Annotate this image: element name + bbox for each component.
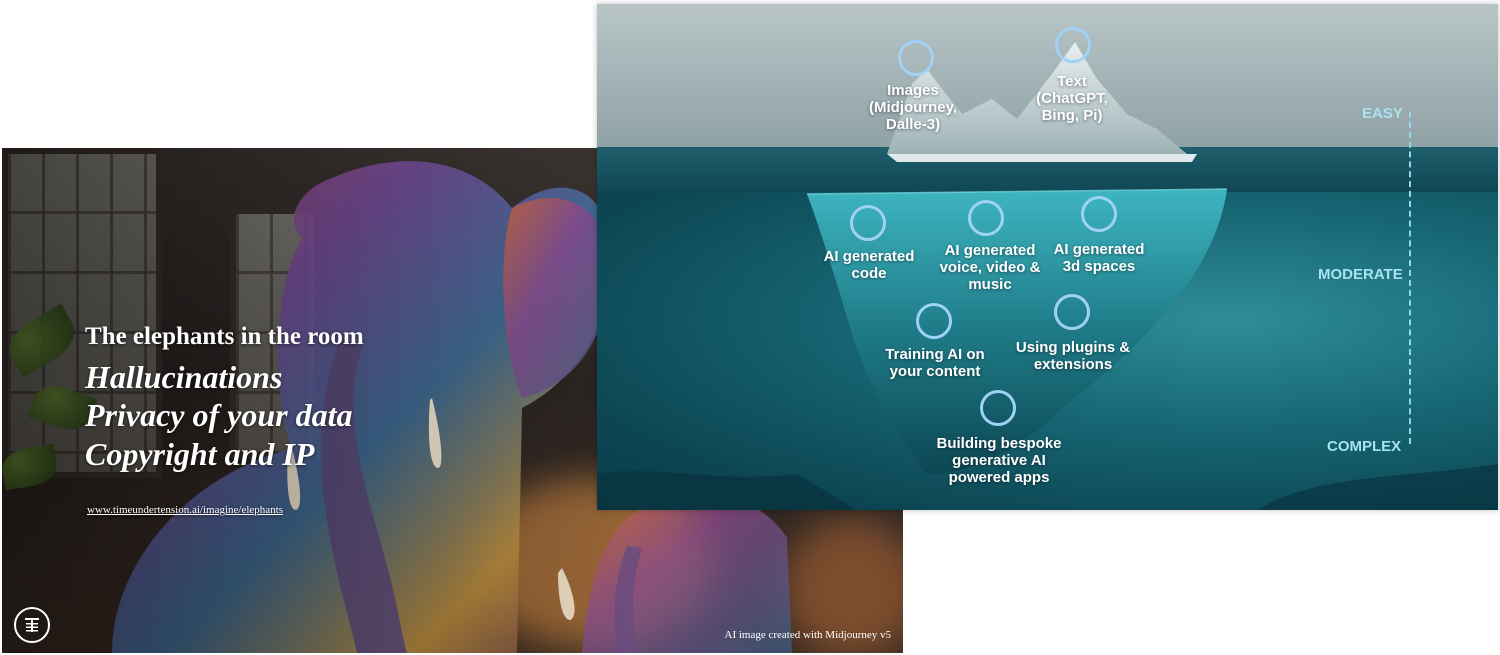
- iceberg-slide: Images (Midjourney, Dalle-3) Text (ChatG…: [597, 4, 1498, 510]
- issue-privacy: Privacy of your data: [85, 397, 353, 433]
- level-easy: EASY: [1362, 105, 1403, 122]
- code-circle: [850, 205, 886, 241]
- slide-heading: The elephants in the room: [85, 323, 364, 350]
- level-moderate: MODERATE: [1318, 266, 1403, 283]
- elephants-link[interactable]: www.timeundertension.ai/imagine/elephant…: [87, 504, 283, 516]
- label-training: Training AI on your content: [885, 346, 985, 380]
- issue-copyright: Copyright and IP: [85, 436, 315, 472]
- label-text: Text (ChatGPT, Bing, Pi): [1036, 73, 1108, 124]
- 3d-spaces-circle: [1081, 196, 1117, 232]
- images-circle: [898, 40, 934, 76]
- label-images: Images (Midjourney, Dalle-3): [868, 82, 958, 133]
- label-code: AI generated code: [823, 248, 915, 282]
- voice-video-music-circle: [968, 200, 1004, 236]
- time-under-tension-logo-icon: [14, 607, 50, 643]
- training-circle: [916, 303, 952, 339]
- label-plugins: Using plugins & extensions: [1015, 339, 1131, 373]
- label-3d-spaces: AI generated 3d spaces: [1053, 241, 1145, 275]
- text-circle: [1055, 27, 1091, 63]
- label-bespoke-apps: Building bespoke generative AI powered a…: [936, 435, 1062, 486]
- plugins-circle: [1054, 294, 1090, 330]
- level-complex: COMPLEX: [1327, 438, 1402, 455]
- bespoke-apps-circle: [980, 390, 1016, 426]
- image-caption: AI image created with Midjourney v5: [724, 629, 891, 641]
- label-voice-video-music: AI generated voice, video & music: [939, 242, 1041, 293]
- difficulty-scale-line: [1409, 112, 1411, 444]
- issue-hallucinations: Hallucinations: [85, 359, 283, 395]
